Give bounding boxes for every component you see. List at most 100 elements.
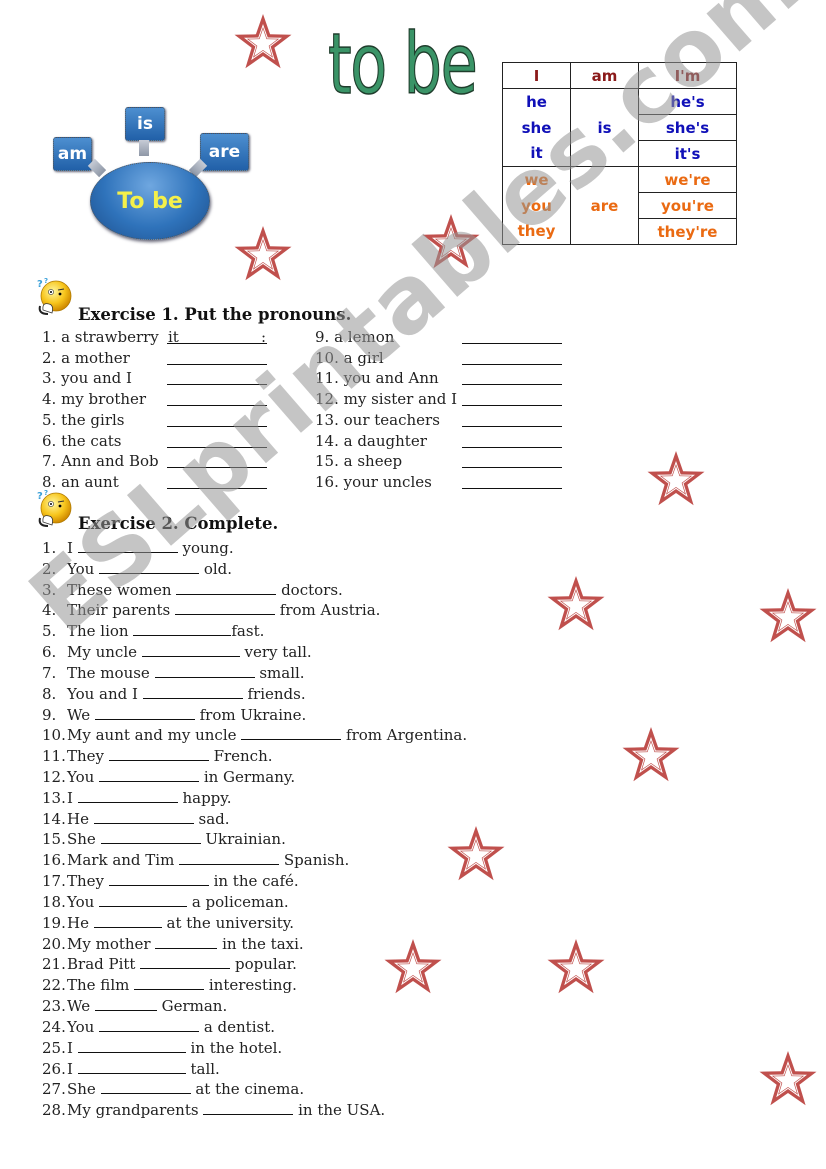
answer-blank[interactable] xyxy=(133,620,232,637)
sentence-start: I xyxy=(67,539,78,557)
sentence-start: I xyxy=(67,788,78,807)
answer-blank[interactable] xyxy=(154,662,255,678)
list-item: 7. The mouse small. xyxy=(42,662,305,683)
answer-blank[interactable] xyxy=(462,350,562,365)
answer-blank[interactable] xyxy=(167,433,267,448)
answer-blank[interactable] xyxy=(462,453,562,469)
list-item: 10.My aunt and my uncle from Argentina. xyxy=(42,724,467,745)
sentence-end: in the café. xyxy=(208,872,299,891)
sentence-start: Their parents xyxy=(67,601,176,620)
item-number: 8. xyxy=(42,684,57,703)
pronoun-cell: he xyxy=(502,88,571,115)
contraction-cell: he's xyxy=(638,88,737,115)
answer-blank[interactable] xyxy=(94,995,157,1012)
list-item: 13. our teachers xyxy=(315,410,440,429)
item-number: 5. xyxy=(42,622,57,641)
sentence-end: small. xyxy=(254,663,305,682)
sentence-end: tall. xyxy=(185,1059,220,1078)
sentence-end: friends. xyxy=(242,684,306,703)
sentence-start: We xyxy=(67,705,95,724)
answer-blank[interactable] xyxy=(462,391,562,407)
diagram-form-am: am xyxy=(53,137,92,171)
item-number: 27. xyxy=(42,1080,66,1099)
item-number: 2. xyxy=(42,559,57,578)
list-item: 11.They French. xyxy=(42,745,273,766)
answer-blank[interactable] xyxy=(462,433,562,448)
answer-blank[interactable] xyxy=(108,870,209,887)
answer-blank[interactable] xyxy=(100,1078,191,1095)
answer-blank[interactable] xyxy=(141,641,240,658)
answer-blank[interactable] xyxy=(108,745,209,762)
answer-blank[interactable] xyxy=(462,412,562,427)
answer-blank[interactable] xyxy=(167,474,267,489)
svg-text:?: ? xyxy=(37,491,43,502)
answer-blank[interactable] xyxy=(77,537,178,553)
answer-blank[interactable] xyxy=(99,891,188,907)
answer-blank[interactable] xyxy=(77,1037,186,1053)
answer-blank[interactable] xyxy=(462,370,562,386)
item-number: 19. xyxy=(42,913,66,932)
list-item: 9. We from Ukraine. xyxy=(42,704,306,725)
sentence-start: You xyxy=(67,768,100,787)
answer-blank[interactable] xyxy=(94,704,195,720)
answer-blank[interactable] xyxy=(167,350,267,365)
pronoun-cell: I xyxy=(502,62,571,89)
answer-blank[interactable] xyxy=(167,391,267,407)
answer-blank[interactable] xyxy=(176,579,277,595)
table-row: I am I'm xyxy=(502,62,737,89)
item-number: 22. xyxy=(42,976,66,995)
answer-blank[interactable] xyxy=(99,558,200,574)
item-number: 21. xyxy=(42,955,66,974)
answer-blank[interactable] xyxy=(167,453,267,469)
item-number: 15. xyxy=(42,830,66,849)
answer-blank[interactable] xyxy=(93,808,194,824)
item-number: 12. xyxy=(42,768,66,787)
answer-blank[interactable] xyxy=(155,933,218,949)
answer-blank[interactable] xyxy=(175,599,276,616)
answer-blank[interactable] xyxy=(167,412,267,427)
sentence-start: He xyxy=(67,913,94,932)
sentence-start: The mouse xyxy=(67,663,155,682)
sentence-start: Brad Pitt xyxy=(67,955,141,974)
answer-blank[interactable] xyxy=(241,724,342,741)
star-icon xyxy=(447,826,505,881)
answer-blank[interactable] xyxy=(140,953,231,970)
sentence-end: from Ukraine. xyxy=(194,705,307,724)
contraction-cell: she's xyxy=(638,114,737,141)
list-item: 14. a daughter xyxy=(315,431,427,450)
answer-blank[interactable] xyxy=(142,683,243,699)
answer-blank[interactable] xyxy=(77,787,178,803)
contraction-cell: they're xyxy=(638,218,737,245)
answer-blank[interactable] xyxy=(203,1099,294,1116)
sentence-start: You xyxy=(67,1017,100,1036)
sentence-end: Ukrainian. xyxy=(200,830,286,849)
item-number: 1. xyxy=(42,539,57,557)
answer-blank[interactable] xyxy=(462,329,562,344)
answer-blank[interactable] xyxy=(93,912,162,928)
list-item: 26.I tall. xyxy=(42,1058,220,1079)
star-icon xyxy=(547,576,605,631)
answer-blank[interactable] xyxy=(99,766,200,783)
answer-blank[interactable] xyxy=(99,1016,200,1032)
sentence-start: We xyxy=(67,997,95,1016)
sentence-end: old. xyxy=(199,559,233,578)
list-item: 2. You old. xyxy=(42,558,232,579)
answer-blank[interactable]: it: xyxy=(167,329,267,345)
star-icon xyxy=(759,588,817,643)
answer-blank[interactable] xyxy=(100,828,201,845)
list-item: 1. I young. xyxy=(42,537,234,558)
sentence-end: popular. xyxy=(230,955,297,974)
answer-blank[interactable] xyxy=(167,370,267,386)
answer-blank[interactable] xyxy=(77,1058,186,1074)
answer-blank[interactable] xyxy=(179,849,280,866)
sentence-end: in the hotel. xyxy=(185,1038,283,1057)
list-item: 2. a mother xyxy=(42,348,130,367)
item-number: 17. xyxy=(42,872,66,891)
list-item: 16. your uncles xyxy=(315,472,432,491)
table-row: we are we're xyxy=(502,166,737,245)
answer-blank[interactable] xyxy=(134,974,205,991)
list-item: 4. my brother xyxy=(42,390,147,409)
answer-blank[interactable] xyxy=(462,474,562,489)
sentence-end: fast. xyxy=(231,622,265,641)
arrow-diagonal-icon xyxy=(87,158,107,178)
